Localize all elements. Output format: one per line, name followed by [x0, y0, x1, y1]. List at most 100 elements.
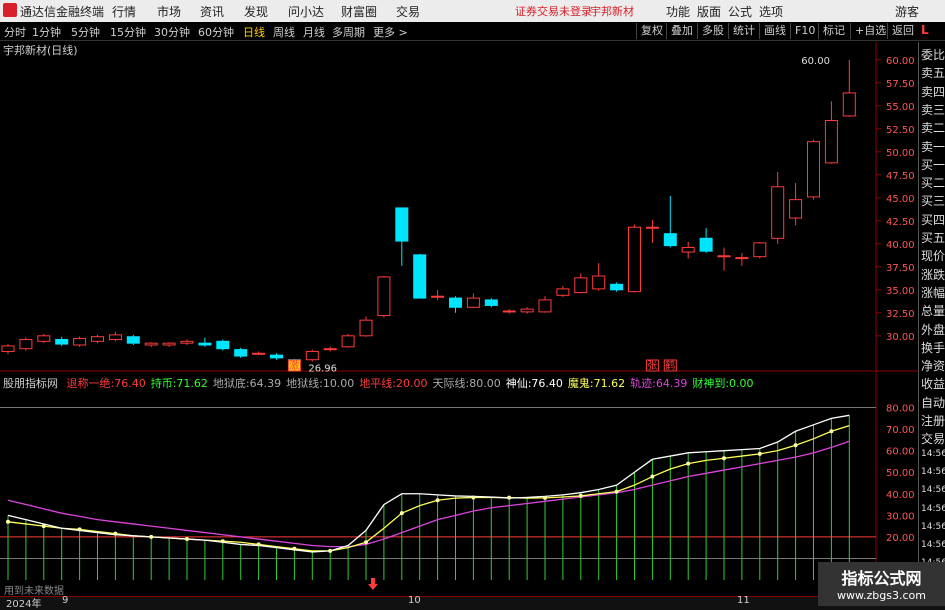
- watermark-line1: 指标公式网: [841, 569, 922, 588]
- mogui-dot: [328, 548, 333, 553]
- sidebar-item[interactable]: 买四: [921, 211, 945, 228]
- mogui-dot: [113, 531, 118, 536]
- event-tag-text: 激: [289, 359, 299, 372]
- candle-body: [574, 277, 588, 294]
- mogui-dot: [41, 524, 46, 529]
- sidebar-item[interactable]: 委比: [921, 46, 945, 63]
- price-tick-label: 55.00: [886, 102, 915, 113]
- candle-body: [484, 299, 498, 306]
- sidebar-item[interactable]: 总量: [921, 302, 945, 319]
- candle-body: [144, 342, 158, 346]
- mogui-dot: [149, 534, 154, 539]
- indicator-tick-label: 40.00: [886, 490, 915, 501]
- candle-body: [108, 334, 122, 340]
- price-tick-label: 47.50: [886, 171, 915, 182]
- indicator-tick-label: 50.00: [886, 468, 915, 479]
- shenxian-line: [7, 414, 850, 553]
- indicator-tick-label: 30.00: [886, 511, 915, 522]
- date-month-9: 9: [62, 595, 69, 606]
- candle-body: [824, 120, 838, 164]
- candle-body: [807, 141, 820, 198]
- sidebar-item[interactable]: 自动: [921, 394, 945, 411]
- sidebar-item[interactable]: 14:56: [921, 522, 945, 532]
- mogui-line: [7, 424, 850, 552]
- price-tick-label: 35.00: [886, 286, 915, 297]
- sidebar-item[interactable]: 买五: [921, 229, 945, 246]
- candle-series: [1, 59, 856, 364]
- indicator-param: 地狱底:64.39: [212, 377, 282, 390]
- sidebar-item[interactable]: 注册: [921, 412, 945, 429]
- candle-body: [449, 297, 462, 308]
- min-price-label: 26.96: [308, 363, 337, 374]
- sidebar-item[interactable]: 涨跌: [921, 266, 945, 283]
- mogui-dot: [399, 511, 404, 516]
- sidebar-item[interactable]: 换手: [921, 339, 945, 356]
- sidebar-item[interactable]: 现价: [921, 247, 945, 264]
- candle-body: [234, 349, 248, 357]
- event-tag-text: 鹤: [665, 359, 675, 372]
- price-axis: 60.00 57.50 55.00 52.50 50.00 47.50 45.00 42.50…: [287, 56, 915, 374]
- candle-body: [162, 342, 176, 346]
- indicator-tick-label: 20.00: [886, 533, 915, 544]
- mogui-dot: [614, 489, 619, 494]
- candle-body: [1, 345, 15, 352]
- candle-body: [180, 340, 194, 344]
- candle-body: [610, 283, 624, 291]
- mogui-dot: [77, 527, 82, 532]
- indicator-param: 退称一绝:76.40: [66, 377, 146, 390]
- date-month-11: 11: [737, 595, 750, 606]
- mogui-dot: [650, 474, 655, 479]
- candle-body: [341, 335, 355, 348]
- candle-body: [663, 233, 677, 247]
- candle-body: [37, 335, 51, 342]
- kline-chart[interactable]: 80.00 70.00 60.00 50.00 40.00 30.00 20.00 60.0…: [0, 0, 945, 609]
- candle-body: [520, 308, 534, 313]
- quote-sidebar[interactable]: 委比 卖五卖四 卖三 卖二卖一 买一 买二 买三买四 买五 现价涨跌 涨幅 总量外盘 换手 净资 收益自动…: [918, 42, 945, 582]
- mogui-dot: [722, 456, 726, 461]
- candle-body: [771, 186, 785, 239]
- candle-body: [735, 257, 749, 260]
- candle-body: [842, 92, 856, 117]
- sidebar-item[interactable]: 买三: [921, 192, 945, 209]
- indicator-param: 天际线:80.00: [432, 377, 501, 390]
- mogui-dot: [757, 451, 762, 456]
- candle-body: [91, 336, 104, 342]
- sidebar-item[interactable]: 卖三: [921, 101, 945, 118]
- sidebar-item[interactable]: 卖五: [921, 64, 945, 81]
- sidebar-item[interactable]: 卖四: [921, 83, 945, 100]
- mogui-dot: [292, 546, 297, 551]
- indicator-name[interactable]: 股朋指标网: [3, 377, 58, 390]
- sidebar-item[interactable]: 14:56: [921, 449, 945, 459]
- indicator-tick-label: 80.00: [886, 404, 915, 415]
- sidebar-item[interactable]: 净资: [921, 357, 945, 374]
- candle-body: [323, 348, 337, 351]
- sidebar-item[interactable]: 14:56: [921, 504, 945, 514]
- sidebar-item[interactable]: 14:56: [921, 540, 945, 550]
- sidebar-item[interactable]: 收益: [921, 375, 945, 392]
- sidebar-item[interactable]: 买二: [921, 174, 945, 191]
- sidebar-item[interactable]: 交易: [921, 430, 945, 447]
- candle-body: [753, 242, 767, 258]
- sidebar-item[interactable]: 涨幅: [921, 284, 945, 301]
- sidebar-item[interactable]: 14:56: [921, 467, 945, 477]
- sidebar-item[interactable]: 买一: [921, 156, 945, 173]
- indicator-tick-label: 60.00: [886, 447, 915, 458]
- candle-body: [55, 338, 69, 345]
- sidebar-item[interactable]: 外盘: [921, 321, 945, 338]
- sidebar-item[interactable]: 14:56: [921, 485, 945, 495]
- watermark-line2: www.zbgs3.com: [837, 589, 926, 602]
- candle-body: [431, 295, 445, 298]
- sidebar-item[interactable]: 卖一: [921, 138, 945, 155]
- sidebar-item[interactable]: 卖二: [921, 119, 945, 136]
- candle-body: [377, 276, 391, 317]
- candle-body: [198, 342, 212, 346]
- price-tick-label: 45.00: [886, 194, 915, 205]
- mogui-dot: [435, 498, 440, 503]
- mogui-dot: [364, 540, 368, 545]
- price-tick-label: 52.50: [886, 125, 915, 136]
- price-tick-label: 57.50: [886, 79, 915, 90]
- candle-body: [502, 310, 516, 313]
- candle-body: [699, 237, 713, 252]
- mogui-dot: [686, 461, 691, 466]
- indicator-param: 地平线:20.00: [359, 377, 428, 390]
